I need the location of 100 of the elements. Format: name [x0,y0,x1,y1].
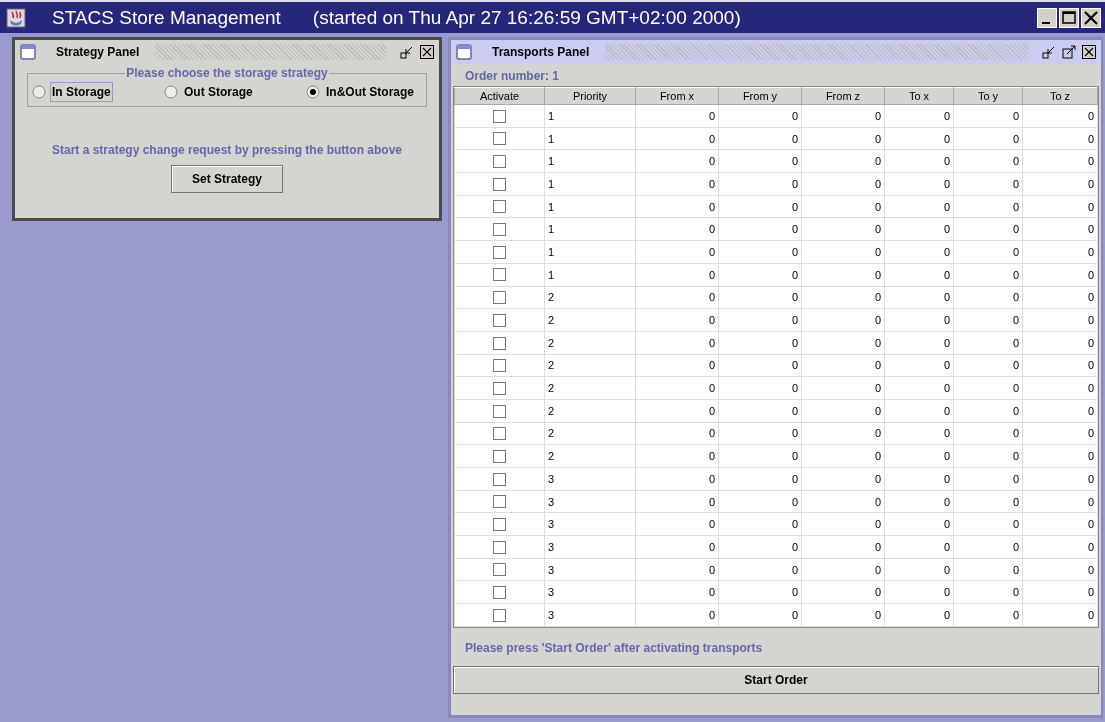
panel-title: Transports Panel [491,45,591,59]
table-cell: 0 [874,200,881,213]
radio-button[interactable] [306,85,320,99]
table-cell: 0 [1012,155,1019,168]
table-cell: 0 [1087,177,1094,190]
checkbox[interactable] [493,449,506,463]
checkbox[interactable] [493,313,506,327]
table-cell: 0 [791,540,798,553]
maximize-icon[interactable] [1062,45,1076,59]
table-cell: 0 [1087,563,1094,576]
checkbox[interactable] [493,223,506,237]
checkbox[interactable] [493,518,506,531]
restore-icon[interactable] [1042,45,1056,59]
table-cell: 0 [1087,540,1094,553]
table-cell: 0 [708,427,715,440]
checkbox[interactable] [493,404,506,418]
table-cell: 0 [708,359,715,372]
checkbox[interactable] [493,291,506,305]
checkbox[interactable] [493,336,506,350]
table-cell: 0 [943,495,950,508]
radio-button[interactable] [164,85,178,99]
table-cell: 0 [1087,359,1094,372]
radio-label[interactable]: In&Out Storage [324,82,416,102]
column-header[interactable]: Priority [544,87,636,105]
set-strategy-button[interactable]: Set Strategy [171,165,283,193]
checkbox[interactable] [493,586,506,600]
radio-label[interactable]: Out Storage [182,82,255,102]
table-cell: 0 [874,472,881,485]
checkbox[interactable] [493,155,506,168]
table-cell: 0 [791,472,798,485]
minimize-icon[interactable] [1037,7,1057,28]
checkbox[interactable] [493,359,506,373]
table-cell: 3 [548,586,555,599]
table-cell: 0 [1087,268,1094,281]
table-cell: 0 [791,200,798,213]
checkbox[interactable] [493,381,506,395]
table-cell: 0 [874,268,881,281]
checkbox[interactable] [493,268,506,282]
table-cell: 0 [874,177,881,190]
column-header[interactable]: To z [1022,87,1098,105]
table-cell: 0 [708,495,715,508]
column-header[interactable]: Activate [454,87,545,105]
table-cell: 1 [548,109,555,122]
checkbox[interactable] [493,427,506,441]
column-header[interactable]: To y [953,87,1023,105]
checkbox[interactable] [493,177,506,191]
checkbox[interactable] [493,132,506,146]
table-cell: 0 [708,540,715,553]
column-header[interactable]: From z [801,87,885,105]
restore-icon[interactable] [400,45,414,59]
checkbox[interactable] [493,200,506,214]
table-cell: 3 [548,472,555,485]
table-cell: 0 [943,450,950,463]
table-cell: 0 [791,132,798,145]
table-cell: 0 [1087,586,1094,599]
table-cell: 0 [943,223,950,236]
table-cell: 0 [791,314,798,327]
table-cell: 0 [791,586,798,599]
table-cell: 0 [708,518,715,531]
radio-label[interactable]: In Storage [50,82,113,102]
start-order-button[interactable]: Start Order [453,665,1099,694]
close-icon[interactable] [1082,45,1096,59]
table-cell: 0 [1012,382,1019,395]
table-cell: 0 [943,540,950,553]
table-cell: 0 [874,223,881,236]
table-cell: 0 [708,608,715,621]
table-cell: 0 [1087,291,1094,304]
table-cell: 0 [1012,223,1019,236]
column-header[interactable]: To x [884,87,954,105]
table-cell: 1 [548,155,555,168]
close-icon[interactable] [420,45,434,59]
table-cell: 0 [1012,268,1019,281]
table-cell: 0 [874,608,881,621]
checkbox[interactable] [493,608,506,622]
table-cell: 0 [791,495,798,508]
checkbox[interactable] [493,472,506,486]
table-cell: 0 [943,336,950,349]
group-label: Please choose the storage strategy [125,66,329,80]
radio-button[interactable] [32,85,46,99]
table-cell: 0 [791,382,798,395]
table-cell: 0 [1012,608,1019,621]
order-number: Order number: 1 [464,68,561,85]
table-cell: 0 [708,450,715,463]
column-header[interactable]: From x [635,87,719,105]
table-cell: 0 [1087,336,1094,349]
maximize-icon[interactable] [1059,7,1079,28]
table-cell: 0 [874,495,881,508]
table-cell: 0 [1012,177,1019,190]
table-cell: 1 [548,132,555,145]
checkbox[interactable] [493,495,506,509]
column-header[interactable]: From y [718,87,802,105]
table-cell: 0 [1087,472,1094,485]
checkbox[interactable] [493,540,506,554]
table-cell: 0 [943,245,950,258]
checkbox[interactable] [493,109,506,123]
table-cell: 0 [874,563,881,576]
table-cell: 0 [1087,245,1094,258]
checkbox[interactable] [493,563,506,577]
checkbox[interactable] [493,245,506,259]
table-cell: 0 [874,450,881,463]
